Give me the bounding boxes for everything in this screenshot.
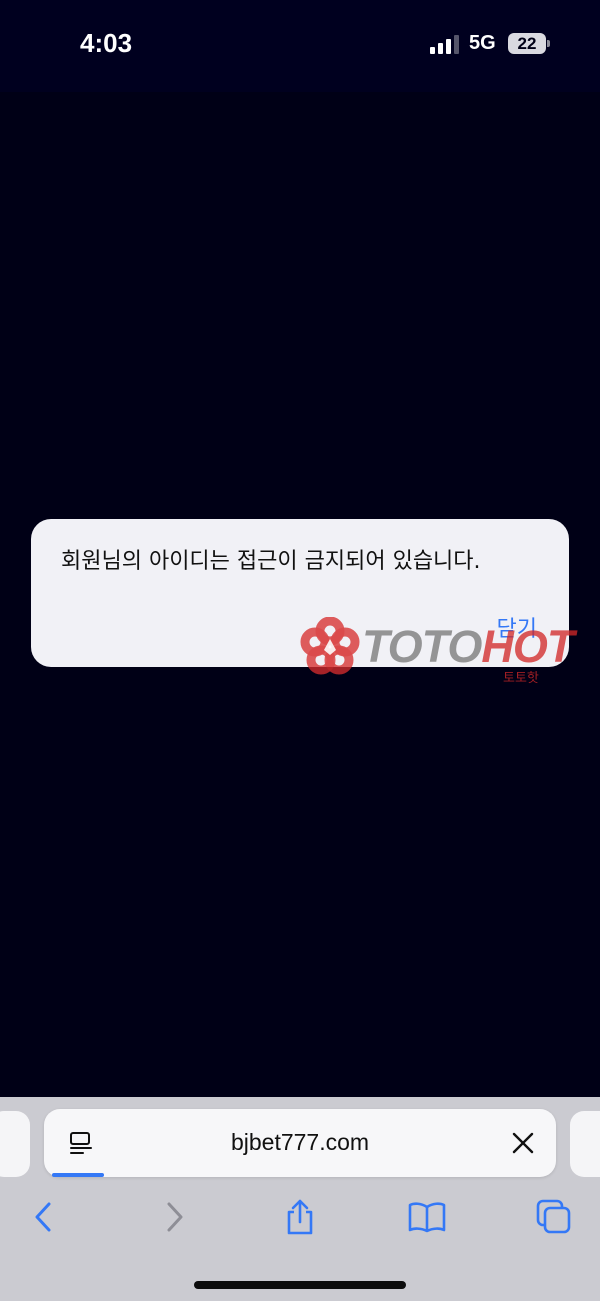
- watermark-brand-part1: TOTO: [362, 621, 482, 672]
- watermark-brand-part2: HOT: [481, 621, 574, 672]
- browser-toolbar: bjbet777.com: [0, 1097, 600, 1301]
- close-icon[interactable]: [512, 1132, 534, 1154]
- battery-cap: [547, 40, 550, 47]
- watermark-brand: TOTOHOT: [362, 621, 574, 673]
- home-indicator[interactable]: [194, 1281, 406, 1289]
- address-bar[interactable]: bjbet777.com: [44, 1109, 556, 1177]
- tabs-button[interactable]: [532, 1197, 576, 1237]
- network-type: 5G: [469, 32, 496, 54]
- flower-logo-icon: [300, 617, 360, 675]
- battery-icon: 22: [508, 33, 550, 55]
- watermark-subtitle: 토토핫: [503, 671, 539, 686]
- signal-bars-icon: [430, 35, 459, 54]
- battery-body: 22: [508, 33, 546, 54]
- bookmarks-icon: [408, 1202, 446, 1233]
- load-progress-bar: [52, 1173, 104, 1177]
- watermark: TOTOHOT 토토핫: [300, 617, 600, 689]
- share-button[interactable]: [278, 1197, 322, 1237]
- alert-message: 회원님의 아이디는 접근이 금지되어 있습니다.: [61, 549, 481, 574]
- share-icon: [287, 1199, 313, 1235]
- address-url[interactable]: bjbet777.com: [44, 1129, 556, 1156]
- forward-icon: [167, 1202, 183, 1232]
- tabs-icon: [536, 1199, 571, 1234]
- status-bar: 4:03 5G 22: [0, 0, 600, 92]
- next-tab-preview[interactable]: [570, 1111, 600, 1177]
- back-icon: [35, 1202, 51, 1232]
- back-button[interactable]: [22, 1197, 66, 1237]
- battery-level: 22: [517, 34, 537, 53]
- bookmarks-button[interactable]: [405, 1197, 449, 1237]
- status-time: 4:03: [80, 28, 133, 58]
- forward-button[interactable]: [152, 1197, 196, 1237]
- previous-tab-preview[interactable]: [0, 1111, 30, 1177]
